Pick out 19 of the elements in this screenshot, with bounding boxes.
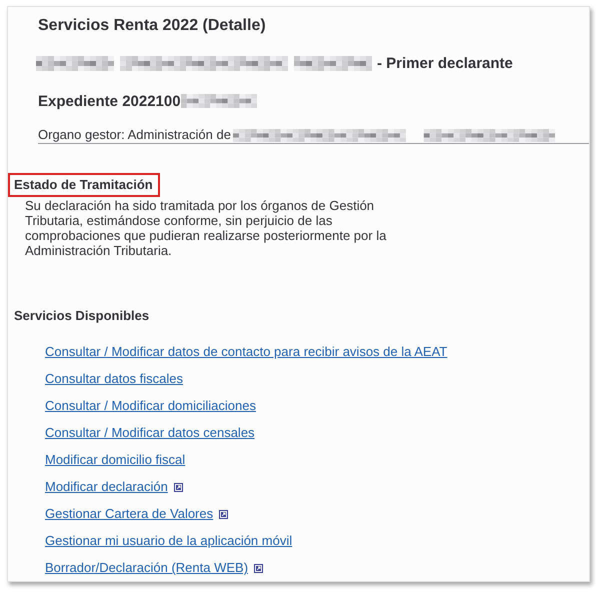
service-link[interactable]: Gestionar mi usuario de la aplicación móvil xyxy=(45,533,292,549)
service-link[interactable]: Borrador/Declaración (Renta WEB) xyxy=(45,560,248,576)
service-link[interactable]: Gestionar Cartera de Valores xyxy=(45,506,214,522)
declarant-role: - Primer declarante xyxy=(377,54,513,72)
page-title: Servicios Renta 2022 (Detalle) xyxy=(38,16,266,36)
section-heading: Estado de Tramitación xyxy=(8,173,160,197)
external-link-icon[interactable] xyxy=(219,510,228,518)
file-number: Expediente 2022100 xyxy=(38,92,181,110)
service-link[interactable]: Consultar / Modificar datos censales xyxy=(45,425,255,441)
service-link[interactable]: Consultar / Modificar datos de contacto para recibir avisos de la AEAT xyxy=(45,344,448,360)
service-link[interactable]: Consultar / Modificar domiciliaciones xyxy=(45,398,256,414)
service-link[interactable]: Consultar datos fiscales xyxy=(45,371,184,387)
service-link[interactable]: Modificar declaración xyxy=(45,479,168,495)
external-link-icon[interactable] xyxy=(174,482,183,492)
section-heading: Servicios Disponibles xyxy=(13,307,150,325)
external-link-icon[interactable] xyxy=(254,564,264,572)
service-link[interactable]: Modificar domicilio fiscal xyxy=(45,452,186,468)
status-message: Su declaración ha sido tramitada por los órganos de Gestión Tributaria, estimándose conforme, sin perjuicio de las comprobaciones que pudieran realizarse posteriormente por la Administración Tributaria. xyxy=(25,198,387,258)
managing-office: Organo gestor: Administración de xyxy=(38,127,231,143)
